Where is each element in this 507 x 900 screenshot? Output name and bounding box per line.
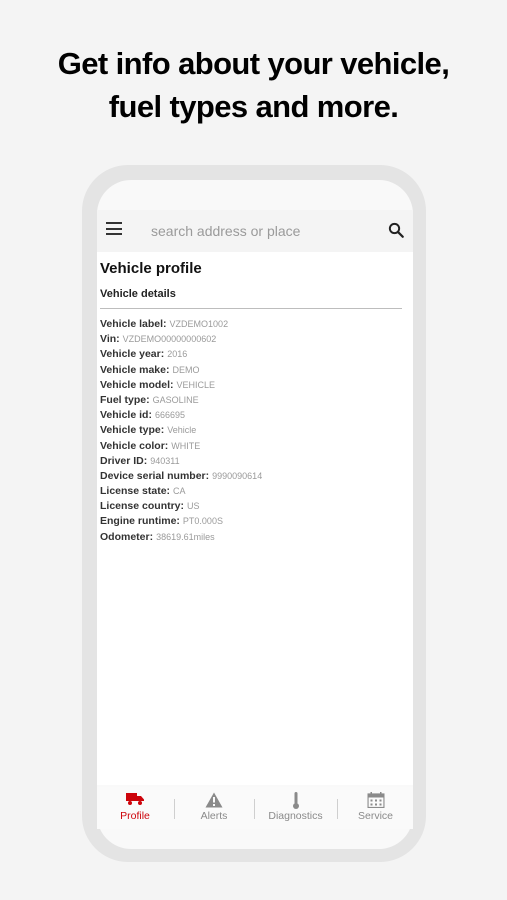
detail-label: Engine runtime: <box>100 515 180 528</box>
detail-row: Vehicle make: DEMO <box>100 361 262 376</box>
thermometer-icon <box>292 792 299 809</box>
detail-label: License state: <box>100 485 171 498</box>
headline-line-1: Get info about your vehicle, <box>57 46 450 81</box>
detail-label: Fuel type: <box>100 393 150 406</box>
tab-profile[interactable]: Profile <box>97 787 173 829</box>
detail-value: 2016 <box>167 349 188 360</box>
detail-value: WHITE <box>171 440 201 451</box>
detail-label: Vehicle color: <box>100 439 169 452</box>
vehicle-details-list: Vehicle label: VZDEMO1002 Vin: VZDEMO00000… <box>100 315 262 543</box>
detail-row: Vin: VZDEMO00000000602 <box>100 330 262 345</box>
detail-value: VZDEMO1002 <box>169 319 229 329</box>
tab-service[interactable]: Service <box>338 787 413 829</box>
tab-diagnostics[interactable]: Diagnostics <box>255 787 336 829</box>
detail-label: Vehicle label: <box>100 318 167 330</box>
detail-label: Vehicle make: <box>100 363 170 376</box>
detail-label: Driver ID: <box>100 454 148 467</box>
tab-label: Alerts <box>200 810 228 822</box>
detail-label: Vehicle type: <box>100 424 165 437</box>
detail-row: Device serial number: 9990090614 <box>100 467 262 482</box>
detail-row: Vehicle label: VZDEMO1002 <box>100 315 262 330</box>
detail-value: GASOLINE <box>152 394 199 405</box>
detail-row: Engine runtime: PT0.000S <box>100 512 262 527</box>
detail-value: Vehicle <box>167 425 197 436</box>
warning-triangle-icon <box>205 792 223 808</box>
detail-row: Vehicle id: 666695 <box>100 406 262 421</box>
detail-value: CA <box>173 486 186 497</box>
section-title: Vehicle details <box>100 288 176 300</box>
bottom-tab-bar: Profile Alerts Diagnostics Service <box>97 787 413 829</box>
headline: Get info about your vehicle, fuel types … <box>0 42 507 128</box>
detail-row: Odometer: 38619.61miles <box>100 528 262 543</box>
truck-icon <box>126 793 144 805</box>
page-title: Vehicle profile <box>100 260 202 277</box>
detail-label: License country: <box>100 500 185 513</box>
detail-value: DEMO <box>172 364 200 375</box>
search-bar <box>97 210 413 252</box>
detail-row: Driver ID: 940311 <box>100 452 262 467</box>
detail-value: 940311 <box>150 455 180 466</box>
detail-value: PT0.000S <box>182 516 223 527</box>
detail-value: 38619.61miles <box>156 531 215 542</box>
detail-label: Vehicle model: <box>100 378 174 391</box>
detail-label: Device serial number: <box>100 469 210 482</box>
calendar-icon <box>367 792 384 808</box>
detail-label: Odometer: <box>100 530 154 543</box>
section-divider <box>100 308 402 309</box>
detail-label: Vin: <box>100 333 120 346</box>
detail-label: Vehicle year: <box>100 348 165 361</box>
detail-value: 666695 <box>154 410 185 421</box>
detail-row: Vehicle type: Vehicle <box>100 421 262 436</box>
tab-label: Profile <box>120 810 150 822</box>
tab-label: Diagnostics <box>268 810 323 822</box>
detail-row: License state: CA <box>100 482 262 497</box>
tab-alerts[interactable]: Alerts <box>175 787 253 829</box>
search-input[interactable] <box>151 218 371 244</box>
detail-row: Vehicle color: WHITE <box>100 437 262 452</box>
detail-value: VZDEMO00000000602 <box>122 334 217 345</box>
magnifier-icon[interactable] <box>387 221 405 239</box>
hamburger-menu-icon[interactable] <box>106 222 124 238</box>
detail-row: Vehicle year: 2016 <box>100 345 262 360</box>
app-content: Vehicle profile Vehicle details Vehicle … <box>97 210 413 785</box>
detail-value: VEHICLE <box>176 379 216 390</box>
detail-value: 9990090614 <box>212 470 263 481</box>
detail-row: License country: US <box>100 497 262 512</box>
headline-line-2: fuel types and more. <box>108 89 399 124</box>
tab-label: Service <box>357 810 393 822</box>
detail-row: Fuel type: GASOLINE <box>100 391 262 406</box>
detail-label: Vehicle id: <box>100 409 152 422</box>
detail-row: Vehicle model: VEHICLE <box>100 376 262 391</box>
detail-value: US <box>187 501 200 512</box>
